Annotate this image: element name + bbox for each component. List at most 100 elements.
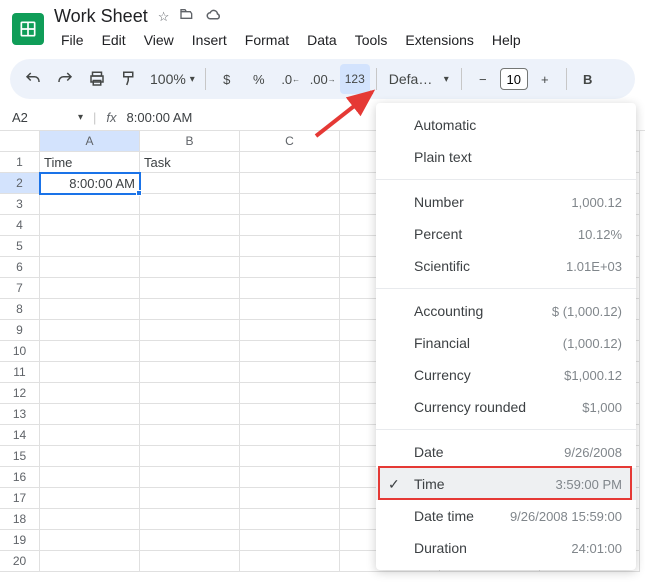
row-head-14[interactable]: 14 — [0, 425, 40, 446]
row-head-12[interactable]: 12 — [0, 383, 40, 404]
menu-insert[interactable]: Insert — [185, 29, 234, 51]
menu-file[interactable]: File — [54, 29, 91, 51]
row-head-6[interactable]: 6 — [0, 257, 40, 278]
cell-A2[interactable]: 8:00:00 AM — [40, 173, 140, 194]
menu-data[interactable]: Data — [300, 29, 344, 51]
col-head-A[interactable]: A — [40, 131, 140, 152]
cell-C10[interactable] — [240, 341, 340, 362]
col-head-B[interactable]: B — [140, 131, 240, 152]
cell-B1[interactable]: Task — [140, 152, 240, 173]
redo-button[interactable] — [50, 64, 80, 94]
cell-B14[interactable] — [140, 425, 240, 446]
cell-C7[interactable] — [240, 278, 340, 299]
cell-B9[interactable] — [140, 320, 240, 341]
row-head-1[interactable]: 1 — [0, 152, 40, 173]
cell-A12[interactable] — [40, 383, 140, 404]
zoom-select[interactable]: 100% ▾ — [146, 64, 199, 94]
currency-button[interactable]: $ — [212, 64, 242, 94]
cell-B19[interactable] — [140, 530, 240, 551]
cell-C11[interactable] — [240, 362, 340, 383]
cell-C1[interactable] — [240, 152, 340, 173]
row-head-10[interactable]: 10 — [0, 341, 40, 362]
cell-C20[interactable] — [240, 551, 340, 572]
undo-button[interactable] — [18, 64, 48, 94]
row-head-2[interactable]: 2 — [0, 173, 40, 194]
cell-B18[interactable] — [140, 509, 240, 530]
cell-B16[interactable] — [140, 467, 240, 488]
cell-B11[interactable] — [140, 362, 240, 383]
move-icon[interactable] — [179, 7, 195, 26]
cell-A7[interactable] — [40, 278, 140, 299]
font-size-increase[interactable]: + — [530, 64, 560, 94]
format-option-scientific[interactable]: Scientific1.01E+03 — [376, 250, 636, 282]
cell-C8[interactable] — [240, 299, 340, 320]
cell-A6[interactable] — [40, 257, 140, 278]
cell-A15[interactable] — [40, 446, 140, 467]
cell-B15[interactable] — [140, 446, 240, 467]
cell-B20[interactable] — [140, 551, 240, 572]
cell-B8[interactable] — [140, 299, 240, 320]
row-head-9[interactable]: 9 — [0, 320, 40, 341]
star-icon[interactable]: ☆ — [158, 9, 170, 25]
menu-view[interactable]: View — [137, 29, 181, 51]
row-head-19[interactable]: 19 — [0, 530, 40, 551]
cell-C15[interactable] — [240, 446, 340, 467]
format-option-number[interactable]: Number1,000.12 — [376, 186, 636, 218]
select-all-corner[interactable] — [0, 131, 40, 152]
cell-A10[interactable] — [40, 341, 140, 362]
format-option-accounting[interactable]: Accounting$ (1,000.12) — [376, 295, 636, 327]
row-head-3[interactable]: 3 — [0, 194, 40, 215]
cell-C6[interactable] — [240, 257, 340, 278]
bold-button[interactable]: B — [573, 64, 603, 94]
formula-input[interactable]: 8:00:00 AM — [127, 110, 193, 125]
menu-edit[interactable]: Edit — [95, 29, 133, 51]
chevron-down-icon[interactable]: ▾ — [78, 112, 83, 123]
cell-B4[interactable] — [140, 215, 240, 236]
row-head-18[interactable]: 18 — [0, 509, 40, 530]
format-option-date-time[interactable]: Date time9/26/2008 15:59:00 — [376, 500, 636, 532]
cell-B17[interactable] — [140, 488, 240, 509]
cell-B13[interactable] — [140, 404, 240, 425]
format-option-currency-rounded[interactable]: Currency rounded$1,000 — [376, 391, 636, 423]
cell-B5[interactable] — [140, 236, 240, 257]
menu-extensions[interactable]: Extensions — [398, 29, 480, 51]
name-box[interactable]: A2 — [12, 110, 68, 125]
cell-B3[interactable] — [140, 194, 240, 215]
cloud-icon[interactable] — [205, 6, 223, 27]
row-head-16[interactable]: 16 — [0, 467, 40, 488]
row-head-7[interactable]: 7 — [0, 278, 40, 299]
row-head-5[interactable]: 5 — [0, 236, 40, 257]
decrease-decimal-button[interactable]: .0← — [276, 64, 306, 94]
cell-A16[interactable] — [40, 467, 140, 488]
format-option-date[interactable]: Date9/26/2008 — [376, 436, 636, 468]
row-head-17[interactable]: 17 — [0, 488, 40, 509]
selection-handle[interactable] — [136, 190, 142, 196]
cell-A1[interactable]: Time — [40, 152, 140, 173]
cell-C14[interactable] — [240, 425, 340, 446]
print-button[interactable] — [82, 64, 112, 94]
format-option-percent[interactable]: Percent10.12% — [376, 218, 636, 250]
increase-decimal-button[interactable]: .00→ — [308, 64, 338, 94]
doc-title[interactable]: Work Sheet — [54, 6, 148, 27]
cell-B6[interactable] — [140, 257, 240, 278]
cell-A18[interactable] — [40, 509, 140, 530]
cell-C18[interactable] — [240, 509, 340, 530]
cell-A11[interactable] — [40, 362, 140, 383]
cell-A3[interactable] — [40, 194, 140, 215]
format-option-duration[interactable]: Duration24:01:00 — [376, 532, 636, 564]
cell-C19[interactable] — [240, 530, 340, 551]
format-option-time[interactable]: ✓Time3:59:00 PM — [376, 468, 636, 500]
more-formats-button[interactable]: 123 — [340, 64, 370, 94]
cell-A14[interactable] — [40, 425, 140, 446]
row-head-8[interactable]: 8 — [0, 299, 40, 320]
row-head-11[interactable]: 11 — [0, 362, 40, 383]
paint-format-button[interactable] — [114, 64, 144, 94]
cell-C3[interactable] — [240, 194, 340, 215]
font-size-decrease[interactable]: − — [468, 64, 498, 94]
row-head-4[interactable]: 4 — [0, 215, 40, 236]
cell-A4[interactable] — [40, 215, 140, 236]
format-option-currency[interactable]: Currency$1,000.12 — [376, 359, 636, 391]
row-head-20[interactable]: 20 — [0, 551, 40, 572]
cell-A9[interactable] — [40, 320, 140, 341]
format-option-automatic[interactable]: Automatic — [376, 109, 636, 141]
